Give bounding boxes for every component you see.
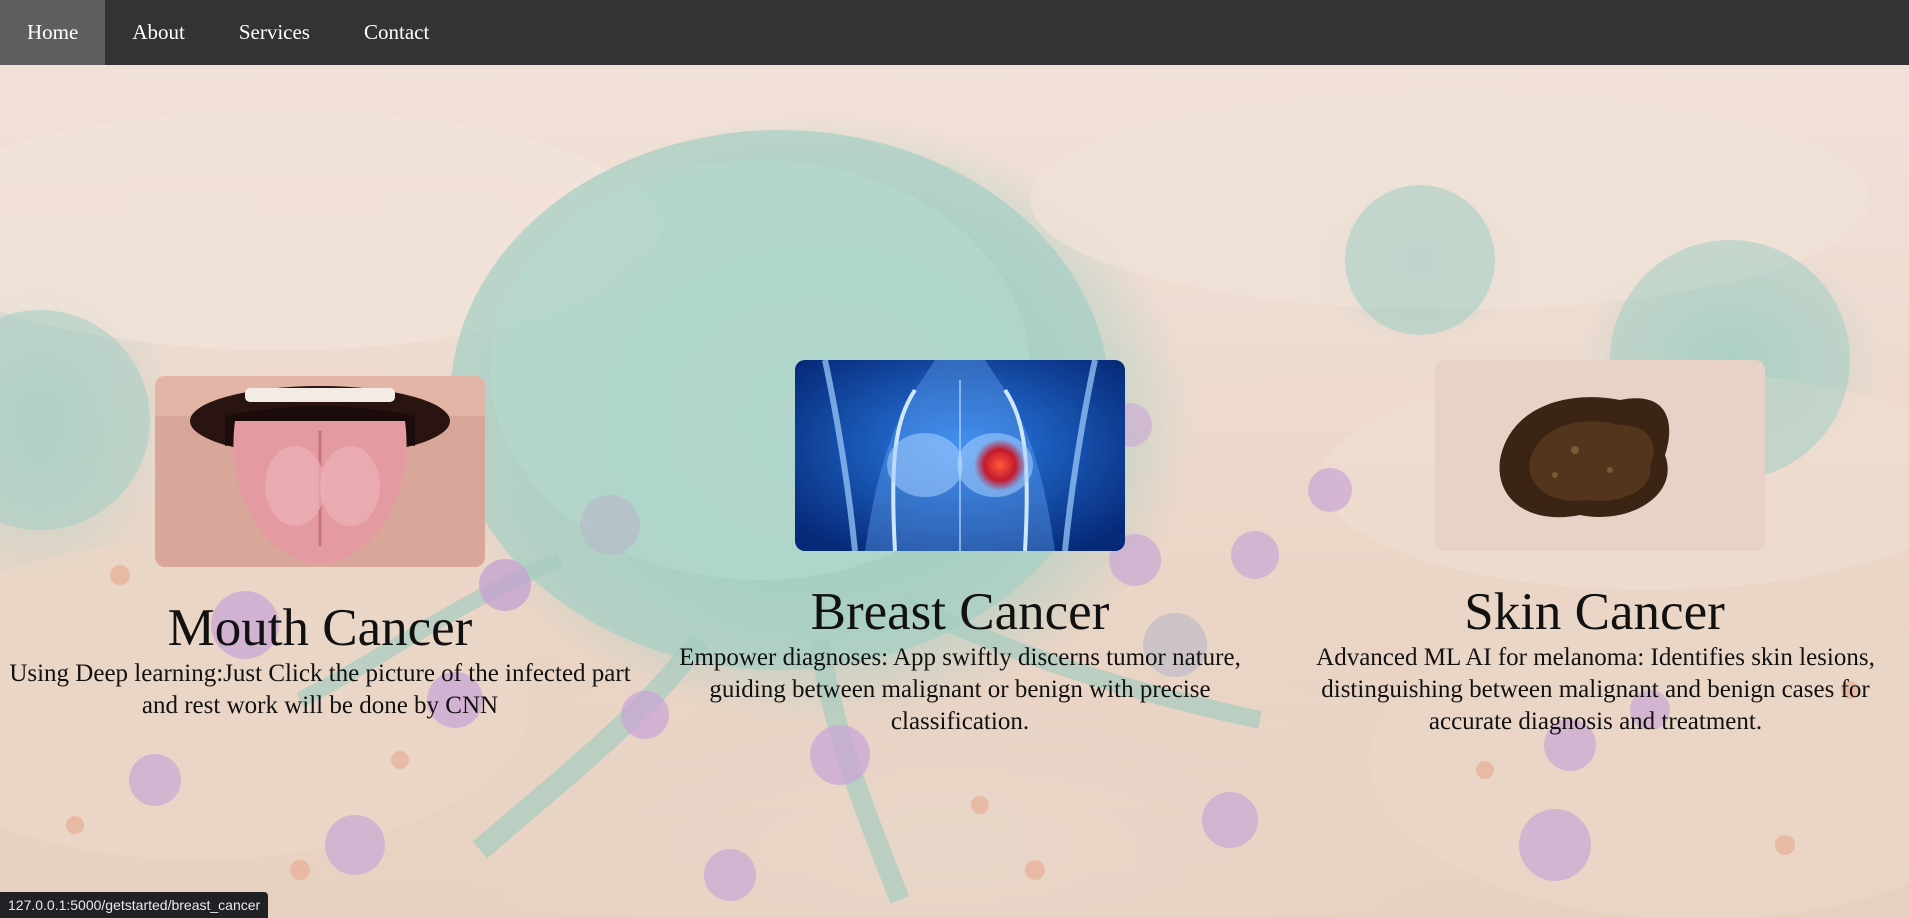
breast-cancer-image[interactable] <box>795 360 1125 551</box>
top-navbar: Home About Services Contact <box>0 0 1909 65</box>
breast-xray-image-icon <box>795 360 1125 551</box>
nav-about-link[interactable]: About <box>105 0 212 65</box>
nav-services-link[interactable]: Services <box>212 0 337 65</box>
breast-cancer-description: Empower diagnoses: App swiftly discerns … <box>679 644 1241 735</box>
status-bar-url: 127.0.0.1:5000/getstarted/breast_cancer <box>0 892 269 918</box>
tongue-image-icon <box>155 376 485 567</box>
nav-home-link[interactable]: Home <box>0 0 106 65</box>
skin-cancer-card: Skin Cancer Advanced ML AI for melanoma:… <box>1280 0 1909 918</box>
nav-contact-link[interactable]: Contact <box>337 0 456 65</box>
breast-cancer-title: Breast Cancer <box>810 583 1110 641</box>
mouth-cancer-image[interactable] <box>155 376 485 567</box>
mouth-cancer-title: Mouth Cancer <box>167 599 473 657</box>
melanoma-image-icon <box>1435 360 1765 551</box>
breast-cancer-card: Breast Cancer Empower diagnoses: App swi… <box>640 0 1280 918</box>
skin-cancer-description: Advanced ML AI for melanoma: Identifies … <box>1316 644 1875 735</box>
skin-cancer-title: Skin Cancer <box>1464 583 1725 641</box>
skin-cancer-image[interactable] <box>1435 360 1765 551</box>
mouth-cancer-card: Mouth Cancer Using Deep learning:Just Cl… <box>0 0 640 918</box>
mouth-cancer-description: Using Deep learning:Just Click the pictu… <box>9 660 631 719</box>
